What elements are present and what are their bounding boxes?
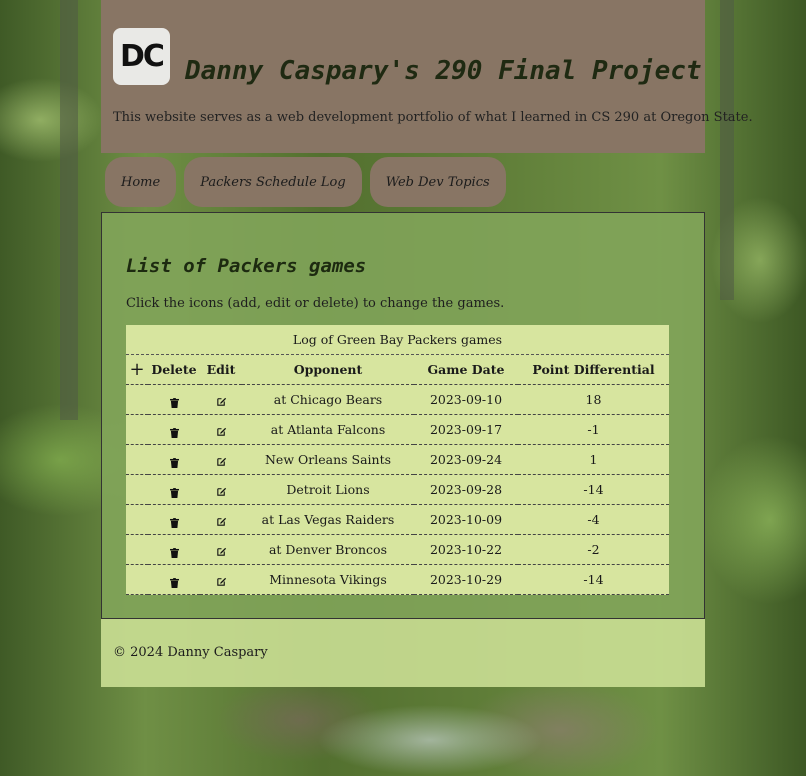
games-table: Log of Green Bay Packers games + Delete …	[126, 325, 669, 595]
opponent-cell: New Orleans Saints	[242, 444, 414, 475]
row-spacer	[126, 414, 148, 445]
point-differential-cell: -4	[518, 504, 669, 535]
site-header: DC Danny Caspary's 290 Final Project Thi…	[101, 0, 753, 153]
header-point-differential: Point Differential	[518, 355, 669, 385]
header-delete: Delete	[148, 355, 200, 385]
point-differential-cell: -1	[518, 414, 669, 445]
opponent-cell: at Atlanta Falcons	[242, 414, 414, 445]
main-nav: Home Packers Schedule Log Web Dev Topics	[105, 157, 506, 207]
nav-item-web-dev-topics[interactable]: Web Dev Topics	[369, 157, 506, 207]
edit-icon[interactable]	[216, 455, 227, 466]
site-tagline: This website serves as a web development…	[113, 110, 753, 125]
table-row: Minnesota Vikings 2023-10-29 -14	[126, 564, 669, 595]
delete-icon[interactable]	[169, 516, 179, 528]
game-date-cell: 2023-09-24	[414, 444, 518, 475]
game-date-cell: 2023-10-29	[414, 564, 518, 595]
site-footer: © 2024 Danny Caspary	[101, 619, 705, 687]
opponent-cell: at Denver Broncos	[242, 534, 414, 565]
row-spacer	[126, 534, 148, 565]
edit-icon[interactable]	[216, 545, 227, 556]
logo: DC	[113, 28, 170, 85]
delete-icon[interactable]	[169, 546, 179, 558]
game-date-cell: 2023-09-28	[414, 474, 518, 505]
opponent-cell: at Las Vegas Raiders	[242, 504, 414, 535]
opponent-cell: Detroit Lions	[242, 474, 414, 505]
game-date-cell: 2023-10-22	[414, 534, 518, 565]
instructions: Click the icons (add, edit or delete) to…	[126, 296, 505, 311]
row-spacer	[126, 384, 148, 415]
game-date-cell: 2023-09-17	[414, 414, 518, 445]
main-content: List of Packers games Click the icons (a…	[101, 212, 705, 619]
row-spacer	[126, 504, 148, 535]
delete-icon[interactable]	[169, 396, 179, 408]
row-spacer	[126, 474, 148, 505]
edit-icon[interactable]	[216, 485, 227, 496]
section-title: List of Packers games	[126, 255, 367, 277]
point-differential-cell: -14	[518, 564, 669, 595]
table-row: at Chicago Bears 2023-09-10 18	[126, 384, 669, 415]
row-spacer	[126, 564, 148, 595]
row-spacer	[126, 444, 148, 475]
point-differential-cell: 1	[518, 444, 669, 475]
nav-item-home[interactable]: Home	[105, 157, 177, 207]
table-caption: Log of Green Bay Packers games	[126, 325, 669, 355]
delete-icon[interactable]	[169, 576, 179, 588]
add-icon[interactable]: +	[129, 359, 144, 380]
background-tree-trunk	[720, 0, 734, 300]
delete-icon[interactable]	[169, 426, 179, 438]
site-title: Danny Caspary's 290 Final Project	[185, 56, 702, 86]
edit-icon[interactable]	[216, 425, 227, 436]
table-row: Detroit Lions 2023-09-28 -14	[126, 474, 669, 505]
point-differential-cell: -14	[518, 474, 669, 505]
table-row: at Las Vegas Raiders 2023-10-09 -4	[126, 504, 669, 535]
table-row: at Atlanta Falcons 2023-09-17 -1	[126, 414, 669, 445]
point-differential-cell: -2	[518, 534, 669, 565]
table-row: New Orleans Saints 2023-09-24 1	[126, 444, 669, 475]
background-tree-trunk	[60, 0, 78, 420]
header-opponent: Opponent	[242, 355, 414, 385]
point-differential-cell: 18	[518, 384, 669, 415]
game-date-cell: 2023-10-09	[414, 504, 518, 535]
copyright: © 2024 Danny Caspary	[113, 645, 268, 660]
edit-icon[interactable]	[216, 575, 227, 586]
delete-icon[interactable]	[169, 456, 179, 468]
game-date-cell: 2023-09-10	[414, 384, 518, 415]
nav-item-packers-schedule-log[interactable]: Packers Schedule Log	[184, 157, 362, 207]
table-header-row: + Delete Edit Opponent Game Date Point D…	[126, 355, 669, 385]
opponent-cell: at Chicago Bears	[242, 384, 414, 415]
header-game-date: Game Date	[414, 355, 518, 385]
delete-icon[interactable]	[169, 486, 179, 498]
table-row: at Denver Broncos 2023-10-22 -2	[126, 534, 669, 565]
edit-icon[interactable]	[216, 395, 227, 406]
opponent-cell: Minnesota Vikings	[242, 564, 414, 595]
edit-icon[interactable]	[216, 515, 227, 526]
header-edit: Edit	[200, 355, 242, 385]
